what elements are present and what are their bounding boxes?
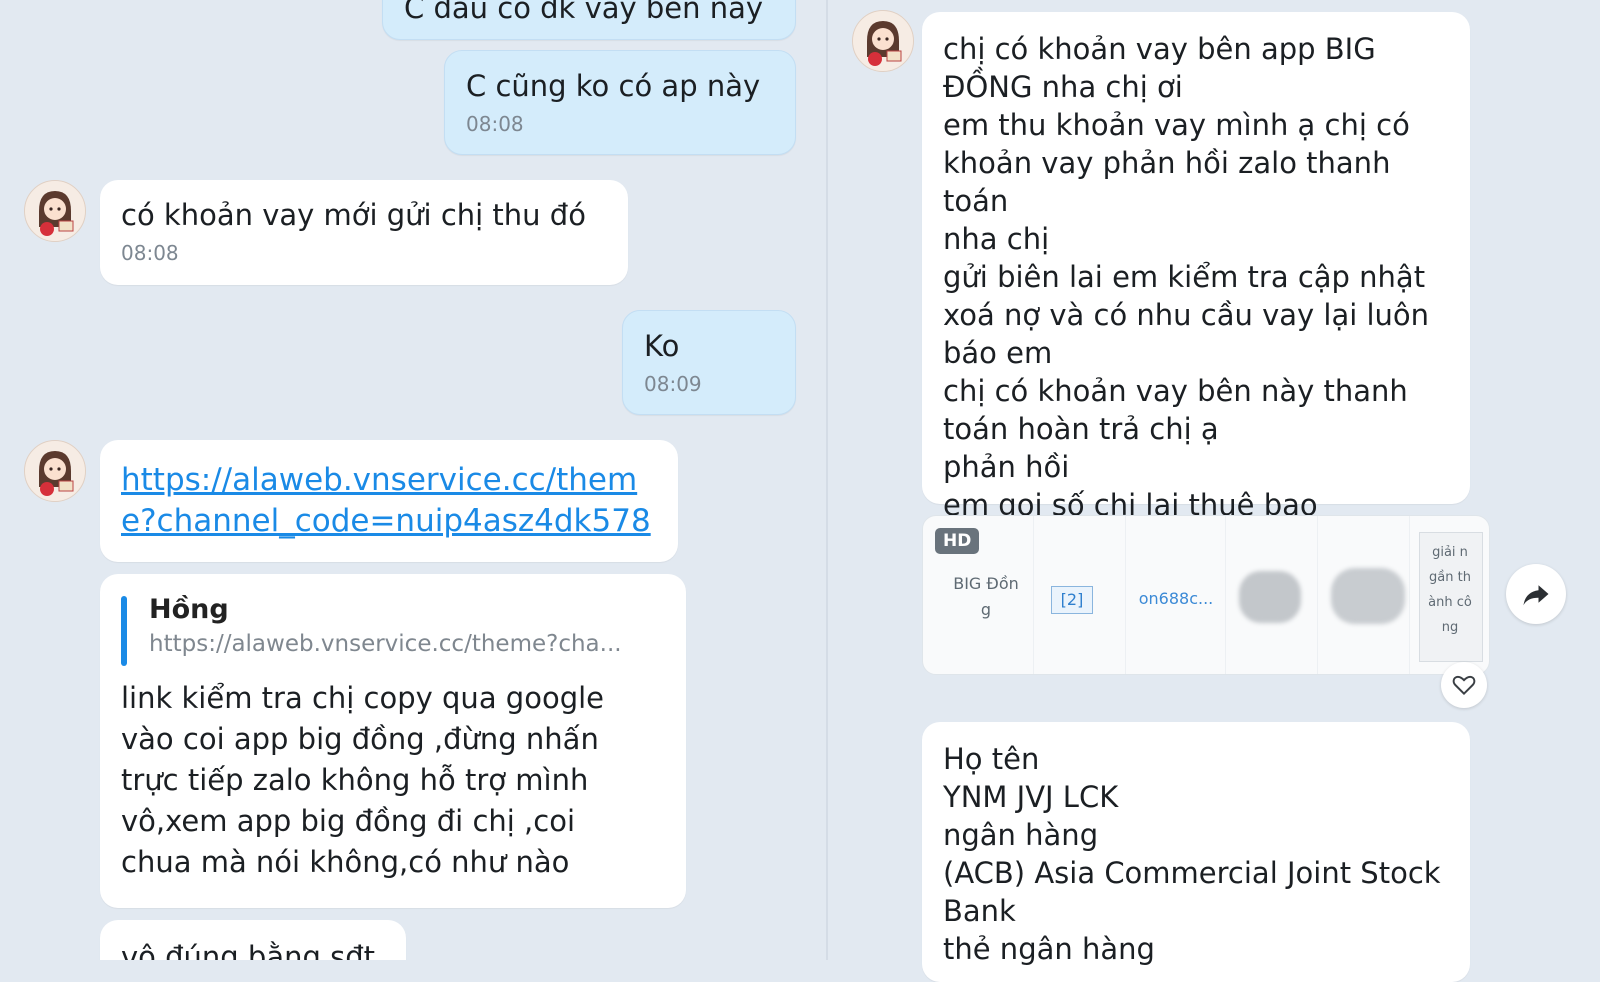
quoted-url: https://alaweb.vnservice.cc/theme?cha... (149, 631, 622, 657)
avatar-icon[interactable] (24, 440, 86, 502)
message-text: Họ tên YNM JVJ LCK ngân hàng (ACB) Asia … (943, 742, 1441, 966)
message-bubble-outgoing[interactable]: C đâu có dk vay bên này (382, 0, 796, 40)
message-text: Ko (644, 329, 680, 363)
share-button[interactable] (1506, 564, 1566, 624)
attachment-label: [2] (1051, 586, 1093, 614)
heart-icon (1452, 675, 1476, 696)
left-chat-pane: C đâu có dk vay bên này C cũng ko có ap … (0, 0, 826, 960)
message-text: C cũng ko có ap này (466, 69, 761, 103)
message-text: chị có khoản vay bên app BIG ĐỒNG nha ch… (943, 32, 1430, 522)
message-text: link kiểm tra chị copy qua google vào co… (121, 681, 605, 879)
avatar-icon[interactable] (852, 10, 914, 72)
blurred-content (1239, 571, 1301, 623)
message-link[interactable]: https://alaweb.vnservice.cc/theme?channe… (121, 460, 657, 542)
message-timestamp: 08:08 (121, 241, 179, 265)
quoted-sender-name: Hồng (149, 594, 229, 625)
message-bubble-incoming[interactable]: Hồng https://alaweb.vnservice.cc/theme?c… (100, 574, 686, 908)
attachment-label: giải n gần th ành cô ng (1428, 545, 1472, 635)
blurred-content (1331, 568, 1405, 624)
message-bubble-incoming[interactable]: vô đúng bằng sđt (100, 920, 406, 960)
message-bubble-incoming[interactable]: https://alaweb.vnservice.cc/theme?channe… (100, 440, 678, 562)
attachment-label: BIG Đồn g (953, 574, 1019, 619)
like-button[interactable] (1441, 662, 1487, 708)
message-text: C đâu có dk vay bên này (404, 0, 764, 25)
pane-divider (826, 0, 828, 960)
message-text: có khoản vay mới gửi chị thu đó (121, 198, 586, 232)
share-arrow-icon (1523, 585, 1549, 606)
message-text: vô đúng bằng sđt (121, 940, 375, 960)
message-bubble-outgoing[interactable]: Ko 08:09 (622, 310, 796, 415)
message-timestamp: 08:08 (466, 112, 524, 136)
attachment-label: on688c... (1138, 589, 1214, 608)
message-bubble-incoming[interactable]: Họ tên YNM JVJ LCK ngân hàng (ACB) Asia … (922, 722, 1470, 982)
image-attachment[interactable]: HD BIG Đồn g [2] on688c... giải n gần th… (922, 515, 1490, 675)
message-bubble-incoming[interactable]: có khoản vay mới gửi chị thu đó 08:08 (100, 180, 628, 285)
message-timestamp: 08:09 (644, 372, 702, 396)
quoted-message[interactable]: Hồng https://alaweb.vnservice.cc/theme?c… (121, 592, 665, 666)
message-bubble-incoming[interactable]: chị có khoản vay bên app BIG ĐỒNG nha ch… (922, 12, 1470, 522)
avatar-icon[interactable] (24, 180, 86, 242)
message-bubble-outgoing[interactable]: C cũng ko có ap này 08:08 (444, 50, 796, 155)
